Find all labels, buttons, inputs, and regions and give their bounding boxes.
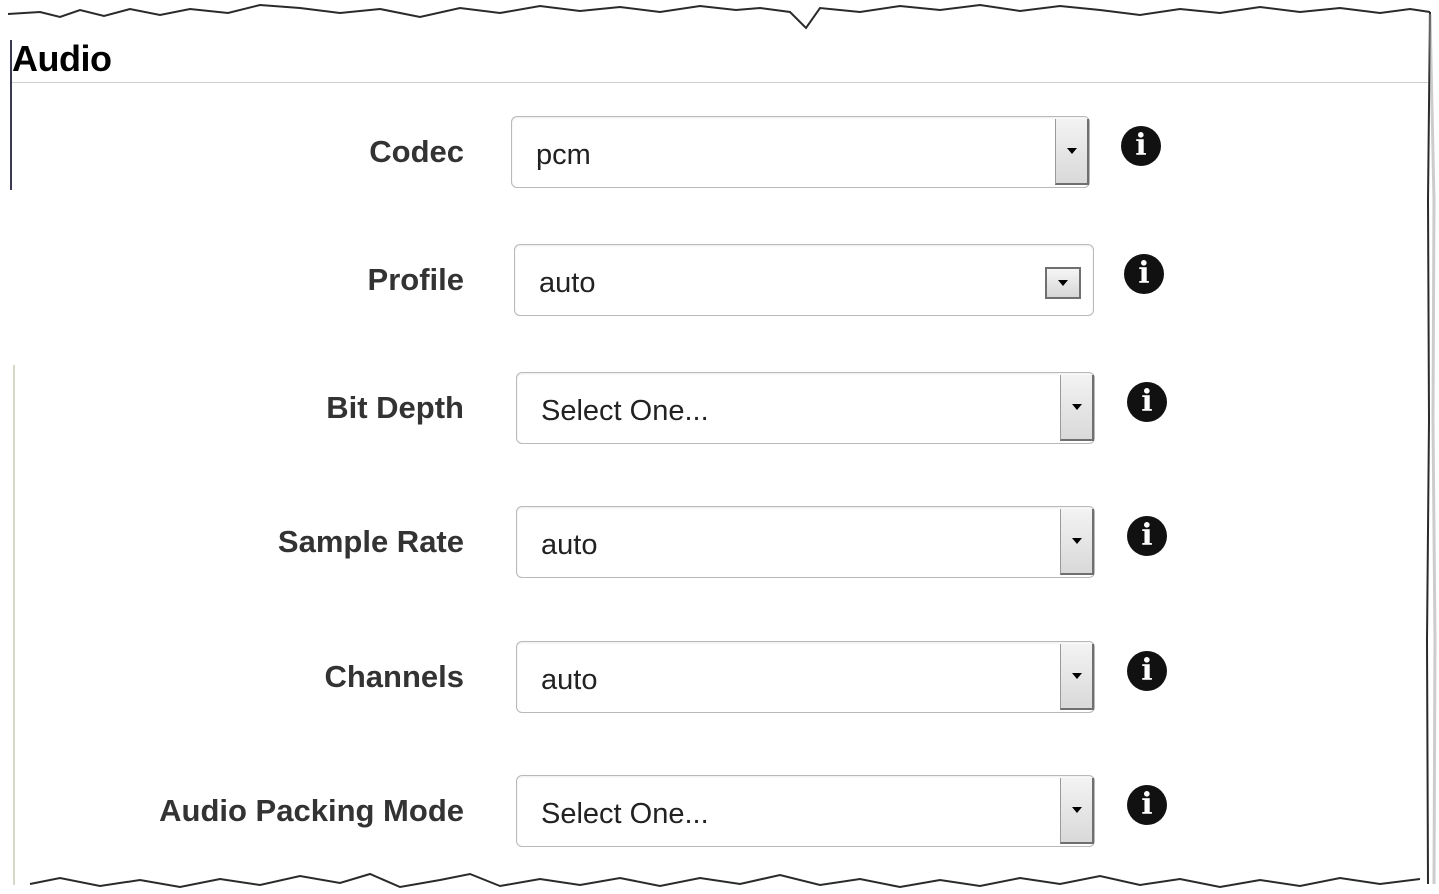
field-row-codec: Codec pcm i [0, 116, 1439, 192]
bit-depth-label: Bit Depth [326, 390, 464, 425]
bit-depth-select[interactable]: Select One... [516, 372, 1095, 444]
section-title: Audio [12, 38, 112, 79]
info-icon[interactable]: i [1127, 651, 1167, 691]
profile-select-value: auto [539, 267, 596, 299]
field-row-sample-rate: Sample Rate auto i [0, 506, 1439, 582]
channels-select[interactable]: auto [516, 641, 1095, 713]
codec-select-value: pcm [536, 139, 591, 171]
sample-rate-label: Sample Rate [277, 524, 464, 559]
info-icon[interactable]: i [1127, 785, 1167, 825]
codec-select[interactable]: pcm [511, 116, 1090, 188]
codec-label: Codec [369, 134, 464, 169]
sample-rate-select-value: auto [541, 529, 598, 561]
chevron-down-icon[interactable] [1045, 267, 1081, 299]
field-row-audio-packing-mode: Audio Packing Mode Select One... i [0, 775, 1439, 851]
info-icon[interactable]: i [1121, 126, 1161, 166]
chevron-down-icon[interactable] [1060, 509, 1094, 575]
audio-packing-mode-label: Audio Packing Mode [159, 793, 464, 828]
profile-label: Profile [367, 262, 464, 297]
audio-packing-mode-select[interactable]: Select One... [516, 775, 1095, 847]
sample-rate-select[interactable]: auto [516, 506, 1095, 578]
audio-settings-panel: Audio Codec pcm i Profile auto i Bit Dep… [0, 0, 1439, 894]
field-row-bit-depth: Bit Depth Select One... i [0, 372, 1439, 448]
chevron-down-icon[interactable] [1055, 119, 1089, 185]
info-icon[interactable]: i [1127, 382, 1167, 422]
chevron-down-icon[interactable] [1060, 644, 1094, 710]
bit-depth-select-value: Select One... [541, 395, 709, 427]
field-row-profile: Profile auto i [0, 244, 1439, 320]
chevron-down-icon[interactable] [1060, 375, 1094, 441]
info-icon[interactable]: i [1124, 254, 1164, 294]
profile-select[interactable]: auto [514, 244, 1094, 316]
section-divider [12, 82, 1428, 83]
channels-label: Channels [324, 659, 464, 694]
channels-select-value: auto [541, 664, 598, 696]
info-icon[interactable]: i [1127, 516, 1167, 556]
chevron-down-icon[interactable] [1060, 778, 1094, 844]
field-row-channels: Channels auto i [0, 641, 1439, 717]
audio-packing-mode-select-value: Select One... [541, 798, 709, 830]
